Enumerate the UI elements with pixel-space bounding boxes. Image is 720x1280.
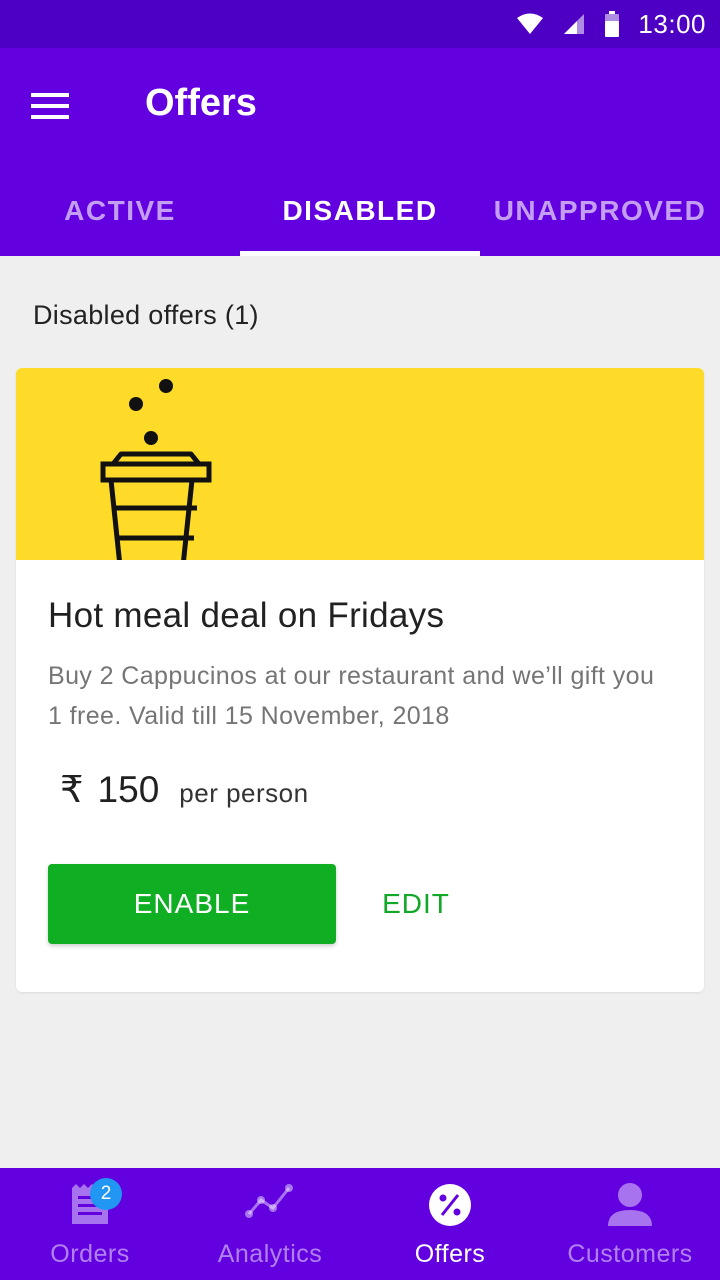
nav-item-customers[interactable]: Customers <box>540 1168 720 1280</box>
enable-button[interactable]: ENABLE <box>48 864 336 944</box>
tab-bar: ACTIVE DISABLED UNAPPROVED <box>0 166 720 256</box>
nav-label-analytics: Analytics <box>217 1240 323 1268</box>
offer-description: Buy 2 Cappucinos at our restaurant and w… <box>48 662 655 730</box>
offer-banner <box>16 368 704 560</box>
analytics-icon <box>245 1184 293 1218</box>
offer-percent-icon <box>429 1184 471 1226</box>
nav-label-orders: Orders <box>50 1240 130 1268</box>
status-bar: 13:00 <box>0 0 720 48</box>
currency-symbol: ₹ <box>60 769 84 810</box>
tab-disabled[interactable]: DISABLED <box>240 166 480 256</box>
orders-count-badge: 2 <box>90 1178 122 1210</box>
page-title: Offers <box>145 82 257 124</box>
menu-button[interactable] <box>20 78 80 134</box>
offer-card: Hot meal deal on Fridays Buy 2 Cappucino… <box>16 368 704 992</box>
status-time: 13:00 <box>638 8 706 39</box>
offer-title: Hot meal deal on Fridays <box>48 596 445 635</box>
nav-item-orders[interactable]: 2 Orders <box>0 1168 180 1280</box>
offer-price: ₹ 150 per person <box>60 768 309 811</box>
coffee-cup-icon <box>100 379 212 560</box>
battery-icon <box>605 11 620 37</box>
price-amount: 150 <box>97 769 160 810</box>
nav-item-analytics[interactable]: Analytics <box>180 1168 360 1280</box>
tab-active[interactable]: ACTIVE <box>0 166 240 256</box>
person-icon <box>608 1183 652 1226</box>
nav-item-offers[interactable]: Offers <box>360 1168 540 1280</box>
bottom-navigation: 2 Orders Analytics Offers Customers <box>0 1168 720 1280</box>
signal-icon <box>564 14 585 34</box>
wifi-icon <box>517 13 544 34</box>
price-unit: per person <box>179 778 309 808</box>
edit-button[interactable]: EDIT <box>360 864 472 944</box>
nav-label-offers: Offers <box>414 1240 486 1268</box>
section-title: Disabled offers (1) <box>33 300 259 330</box>
hamburger-menu-icon <box>31 93 69 119</box>
tab-unapproved[interactable]: UNAPPROVED <box>480 166 720 256</box>
app-bar: Offers ACTIVE DISABLED UNAPPROVED <box>0 48 720 256</box>
nav-label-customers: Customers <box>567 1240 693 1268</box>
